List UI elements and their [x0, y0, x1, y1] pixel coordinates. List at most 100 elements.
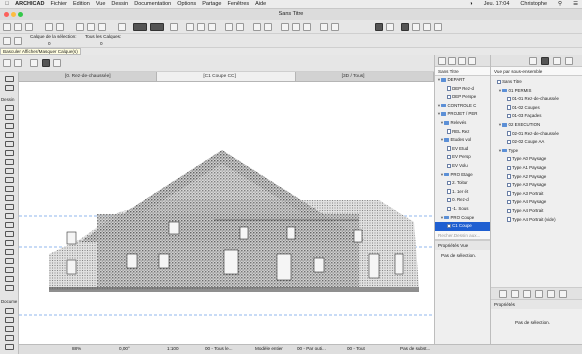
tree-item[interactable]: Sans Titre: [491, 78, 582, 87]
curtain-wall-tool-icon[interactable]: [5, 168, 14, 174]
tree-item[interactable]: 01-02 Coupes: [491, 104, 582, 113]
navigator-selector[interactable]: Sans Titre: [435, 67, 490, 76]
camera-tool-icon[interactable]: [5, 258, 14, 264]
view-map-icon[interactable]: [541, 57, 549, 65]
marquee-tool-icon[interactable]: [5, 85, 14, 91]
rotate-icon[interactable]: [303, 23, 311, 31]
tree-item[interactable]: Type A4 Paysage: [491, 198, 582, 207]
redo-icon[interactable]: [56, 23, 64, 31]
tree-item[interactable]: 2. Toitur: [435, 179, 490, 188]
new-subset-icon[interactable]: [511, 290, 519, 298]
renovation-filter[interactable]: Pas de subst...: [400, 346, 430, 351]
menu-aide[interactable]: Aide: [255, 1, 266, 7]
cut-icon[interactable]: [76, 23, 84, 31]
properties-header[interactable]: Propriétés: [491, 299, 582, 309]
pointer-icon[interactable]: [3, 59, 11, 67]
line-tool-icon[interactable]: [5, 267, 14, 273]
tree-item[interactable]: EV Volu: [435, 162, 490, 171]
arc-tool-icon[interactable]: [5, 276, 14, 282]
tree-item[interactable]: ▼ Relevés: [435, 119, 490, 128]
tree-item[interactable]: ▼ Type: [491, 147, 582, 156]
menu-documentation[interactable]: Documentation: [134, 1, 171, 7]
tree-item[interactable]: DEP Rez-d: [435, 85, 490, 94]
mesh-tool-icon[interactable]: [5, 213, 14, 219]
undo-icon[interactable]: [45, 23, 53, 31]
align-icon[interactable]: [225, 23, 233, 31]
guide-icon[interactable]: [208, 23, 216, 31]
scale-value[interactable]: 1:100: [167, 346, 179, 351]
selection-icon[interactable]: [375, 23, 383, 31]
apple-icon[interactable]: : [5, 1, 9, 7]
drawing-canvas[interactable]: [19, 82, 434, 344]
tree-item[interactable]: Type A4 Portrait: [491, 207, 582, 216]
render-icon[interactable]: [434, 23, 442, 31]
teamwork-icon[interactable]: [423, 23, 431, 31]
beam-tool-icon[interactable]: [5, 123, 14, 129]
tree-item[interactable]: -1. Sous: [435, 205, 490, 214]
line-type-icon[interactable]: [133, 23, 147, 31]
tree-item[interactable]: ▼ CONTROLE C: [435, 102, 490, 111]
layer-eye-icon[interactable]: [30, 59, 38, 67]
pen-set[interactable]: 00 - Tout: [347, 346, 365, 351]
menu-options[interactable]: Options: [177, 1, 196, 7]
arrow-tool-icon[interactable]: [5, 76, 14, 82]
all-layers-value[interactable]: 0: [100, 41, 103, 46]
print-icon[interactable]: [25, 23, 33, 31]
organizer-icon[interactable]: [559, 290, 567, 298]
zoom-window-button[interactable]: [18, 12, 23, 17]
tree-item[interactable]: ▼ PROJET / PER: [435, 110, 490, 119]
layer-toggle-icon[interactable]: [3, 37, 11, 45]
delete-icon[interactable]: [535, 290, 543, 298]
menu-vue[interactable]: Vue: [96, 1, 106, 7]
minimize-window-button[interactable]: [11, 12, 16, 17]
project-map-icon[interactable]: [529, 57, 537, 65]
morph-tool-icon[interactable]: [5, 240, 14, 246]
menu-edition[interactable]: Edition: [73, 1, 90, 7]
tab-3d[interactable]: [3D / Tous]: [296, 72, 434, 81]
railing-tool-icon[interactable]: [5, 231, 14, 237]
tree-item[interactable]: 01-01 Rez-de-chaussée: [491, 95, 582, 104]
tree-item[interactable]: ▼ PRO Etage: [435, 171, 490, 180]
settings-icon[interactable]: [547, 290, 555, 298]
3d-icon[interactable]: [412, 23, 420, 31]
lamp-tool-icon[interactable]: [5, 249, 14, 255]
tree-item[interactable]: 0. Rez-d: [435, 196, 490, 205]
arrow-tool-icon[interactable]: [118, 23, 126, 31]
tab-rez-de-chaussee[interactable]: [0. Rez-de-chaussée]: [19, 72, 158, 81]
layer-selection-value[interactable]: 0: [48, 41, 51, 46]
window-tool-icon[interactable]: [5, 186, 14, 192]
close-window-button[interactable]: [4, 12, 9, 17]
fill-tool-icon[interactable]: [5, 344, 14, 350]
clock[interactable]: Jeu. 17:04: [484, 1, 510, 7]
layer-lock-icon[interactable]: [14, 37, 22, 45]
view-properties-header[interactable]: Propriétés Vue: [435, 239, 490, 250]
tree-item[interactable]: EV Persp: [435, 153, 490, 162]
door-tool-icon[interactable]: [5, 177, 14, 183]
menu-dessin[interactable]: Dessin: [111, 1, 128, 7]
layer-more-icon[interactable]: [53, 59, 61, 67]
menu-fenetres[interactable]: Fenêtres: [227, 1, 249, 7]
tree-item[interactable]: ▼ PRO Coupe: [435, 214, 490, 223]
layer-combination[interactable]: 00 - Tous le...: [205, 346, 233, 351]
tree-item[interactable]: C1 Coupe: [435, 222, 490, 231]
label-tool-icon[interactable]: [5, 335, 14, 341]
distribute-icon[interactable]: [236, 23, 244, 31]
search-icon[interactable]: ⚲: [558, 1, 562, 7]
fill-icon[interactable]: [170, 23, 178, 31]
tree-item[interactable]: DEP Perspe: [435, 93, 490, 102]
magic-wand-icon[interactable]: [386, 23, 394, 31]
save-icon[interactable]: [14, 23, 22, 31]
zoom-level[interactable]: 88%: [72, 346, 81, 351]
tree-item[interactable]: ▼ Etudes vol: [435, 136, 490, 145]
model-view[interactable]: Modèle entier: [255, 346, 283, 351]
stair-tool-icon[interactable]: [5, 222, 14, 228]
trace-icon[interactable]: [320, 23, 328, 31]
tree-item[interactable]: Type A0 Paysage: [491, 155, 582, 164]
menu-app[interactable]: ARCHICAD: [15, 1, 44, 7]
column-tool-icon[interactable]: [5, 114, 14, 120]
tree-item[interactable]: 1. 1er ét: [435, 188, 490, 197]
project-map-icon[interactable]: [438, 57, 446, 65]
menu-list-icon[interactable]: ☰: [573, 1, 578, 7]
object-tool-icon[interactable]: [5, 195, 14, 201]
publisher-icon[interactable]: [468, 57, 476, 65]
